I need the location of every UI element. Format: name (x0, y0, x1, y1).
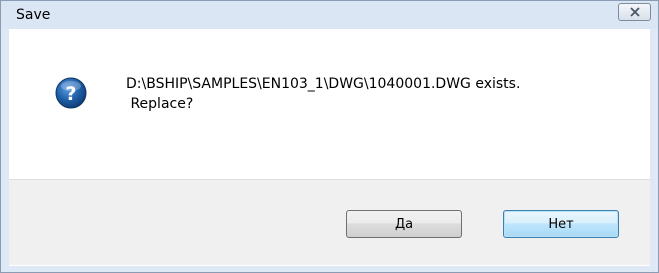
close-icon (629, 7, 640, 17)
no-button[interactable]: Нет (503, 210, 619, 238)
svg-text:?: ? (65, 83, 76, 105)
message-line-1: D:\BSHIP\SAMPLES\EN103_1\DWG\1040001.DWG… (126, 76, 521, 92)
dialog-message: D:\BSHIP\SAMPLES\EN103_1\DWG\1040001.DWG… (126, 74, 520, 114)
title-bar[interactable]: Save (1, 1, 658, 29)
window-title: Save (16, 7, 51, 23)
yes-button[interactable]: Да (346, 210, 462, 238)
close-button[interactable] (618, 3, 651, 21)
no-button-label: Нет (548, 216, 574, 232)
question-icon: ? (55, 77, 87, 109)
yes-button-label: Да (394, 216, 414, 232)
message-line-2: Replace? (126, 96, 194, 112)
